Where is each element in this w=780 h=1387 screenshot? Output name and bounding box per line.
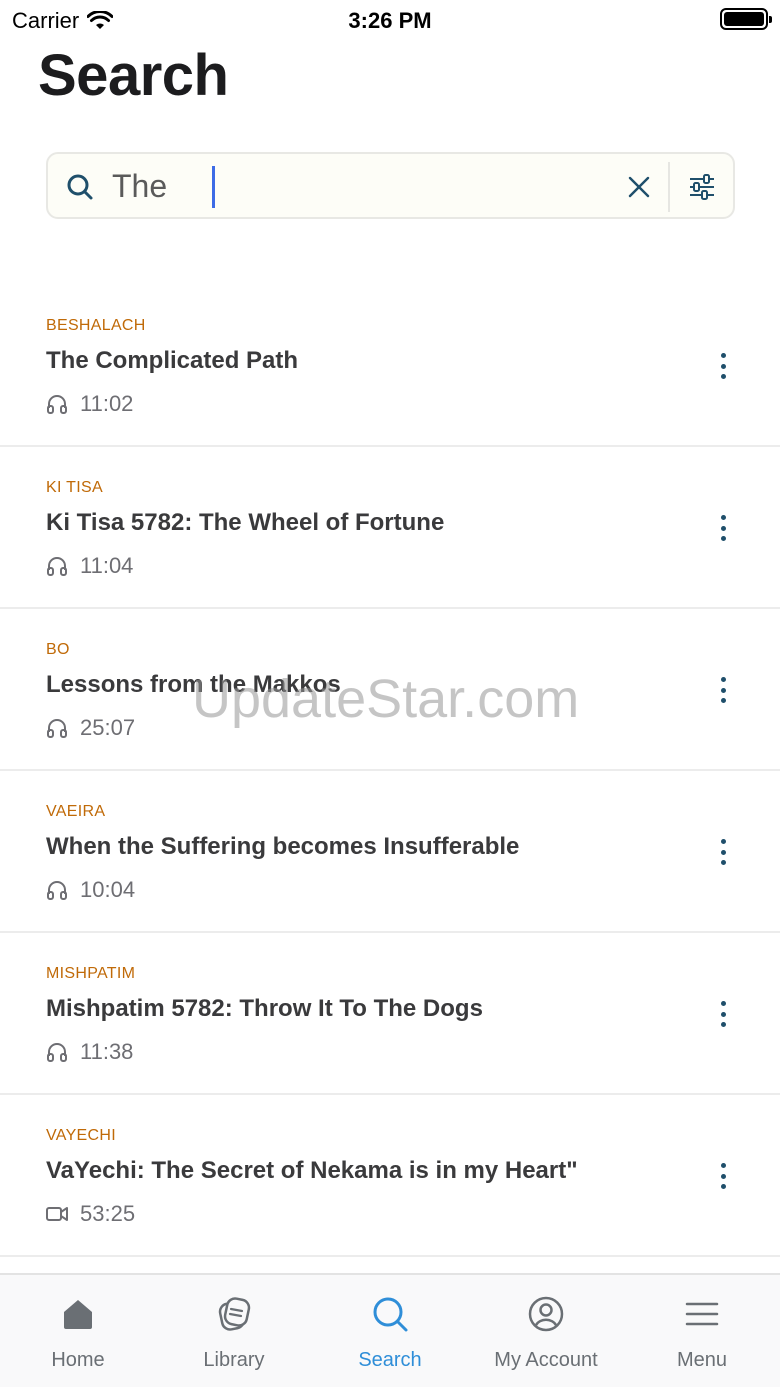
item-category: VAYECHI — [46, 1127, 116, 1144]
results-list: BESHALACH The Complicated Path 11:02 KI … — [0, 285, 780, 1257]
watermark: UpdateStar.com — [192, 669, 580, 729]
tab-label: Search — [358, 1349, 422, 1371]
item-category: KI TISA — [46, 479, 103, 496]
headphones-icon — [47, 881, 67, 900]
item-category: MISHPATIM — [46, 965, 136, 982]
list-item[interactable]: BESHALACH The Complicated Path 11:02 — [0, 285, 780, 447]
item-title[interactable]: When the Suffering becomes Insufferable — [46, 833, 519, 861]
page-title: Search — [38, 43, 229, 108]
list-item[interactable]: MISHPATIM Mishpatim 5782: Throw It To Th… — [0, 933, 780, 1095]
item-duration: 10:04 — [80, 877, 136, 902]
headphones-icon — [47, 1043, 67, 1062]
item-category: VAEIRA — [46, 803, 106, 820]
item-duration: 11:02 — [80, 391, 134, 416]
item-meta: 11:04 — [46, 553, 133, 579]
search-divider — [668, 162, 670, 212]
item-duration: 25:07 — [80, 715, 136, 740]
headphones-icon — [47, 557, 67, 576]
tab-my-account[interactable]: My Account — [468, 1275, 624, 1387]
tab-library[interactable]: Library — [156, 1275, 312, 1387]
list-item[interactable]: KI TISA Ki Tisa 5782: The Wheel of Fortu… — [0, 447, 780, 609]
status-time: 3:26 PM — [348, 8, 432, 33]
headphones-icon — [47, 719, 67, 738]
video-camera-icon — [46, 1207, 68, 1221]
item-meta: 10:04 — [46, 877, 135, 903]
tab-menu[interactable]: Menu — [624, 1275, 780, 1387]
item-duration: 53:25 — [80, 1201, 136, 1226]
close-icon[interactable] — [628, 176, 650, 198]
headphones-icon — [47, 395, 67, 414]
item-meta: 53:25 — [46, 1201, 135, 1227]
more-options-icon[interactable] — [712, 677, 734, 703]
battery-icon — [720, 8, 772, 30]
menu-icon — [685, 1302, 719, 1326]
search-bar[interactable] — [46, 152, 735, 219]
tab-home[interactable]: Home — [0, 1275, 156, 1387]
item-title[interactable]: Mishpatim 5782: Throw It To The Dogs — [46, 995, 483, 1023]
item-category: BESHALACH — [46, 317, 146, 334]
item-meta: 11:02 — [46, 391, 133, 417]
home-icon — [64, 1300, 92, 1329]
item-duration: 11:38 — [80, 1039, 134, 1064]
tab-label: Library — [203, 1349, 265, 1371]
more-options-icon[interactable] — [712, 353, 734, 379]
text-caret — [212, 166, 215, 208]
tab-label: My Account — [494, 1349, 598, 1371]
library-icon — [218, 1297, 251, 1331]
item-category: BO — [46, 641, 70, 658]
search-icon — [373, 1297, 408, 1332]
more-options-icon[interactable] — [712, 1001, 734, 1027]
item-title[interactable]: The Complicated Path — [46, 347, 298, 375]
item-title[interactable]: Ki Tisa 5782: The Wheel of Fortune — [46, 509, 444, 537]
item-duration: 11:04 — [80, 553, 134, 578]
tab-search[interactable]: Search — [312, 1275, 468, 1387]
sliders-icon[interactable] — [688, 173, 716, 201]
tab-label: Home — [51, 1349, 105, 1371]
tab-label: Menu — [676, 1349, 728, 1371]
more-options-icon[interactable] — [712, 515, 734, 541]
account-icon — [528, 1296, 564, 1332]
item-title[interactable]: VaYechi: The Secret of Nekama is in my H… — [46, 1157, 578, 1185]
more-options-icon[interactable] — [712, 1163, 734, 1189]
list-item[interactable]: VAEIRA When the Suffering becomes Insuff… — [0, 771, 780, 933]
more-options-icon[interactable] — [712, 839, 734, 865]
tab-bar: Home Library Search My Account Menu — [0, 1273, 780, 1387]
search-icon — [67, 174, 93, 200]
status-bar: Carrier 3:26 PM — [0, 0, 780, 40]
item-meta: 25:07 — [46, 715, 135, 741]
list-item[interactable]: VAYECHI VaYechi: The Secret of Nekama is… — [0, 1095, 780, 1257]
item-meta: 11:38 — [46, 1039, 133, 1065]
search-input[interactable] — [112, 166, 612, 206]
